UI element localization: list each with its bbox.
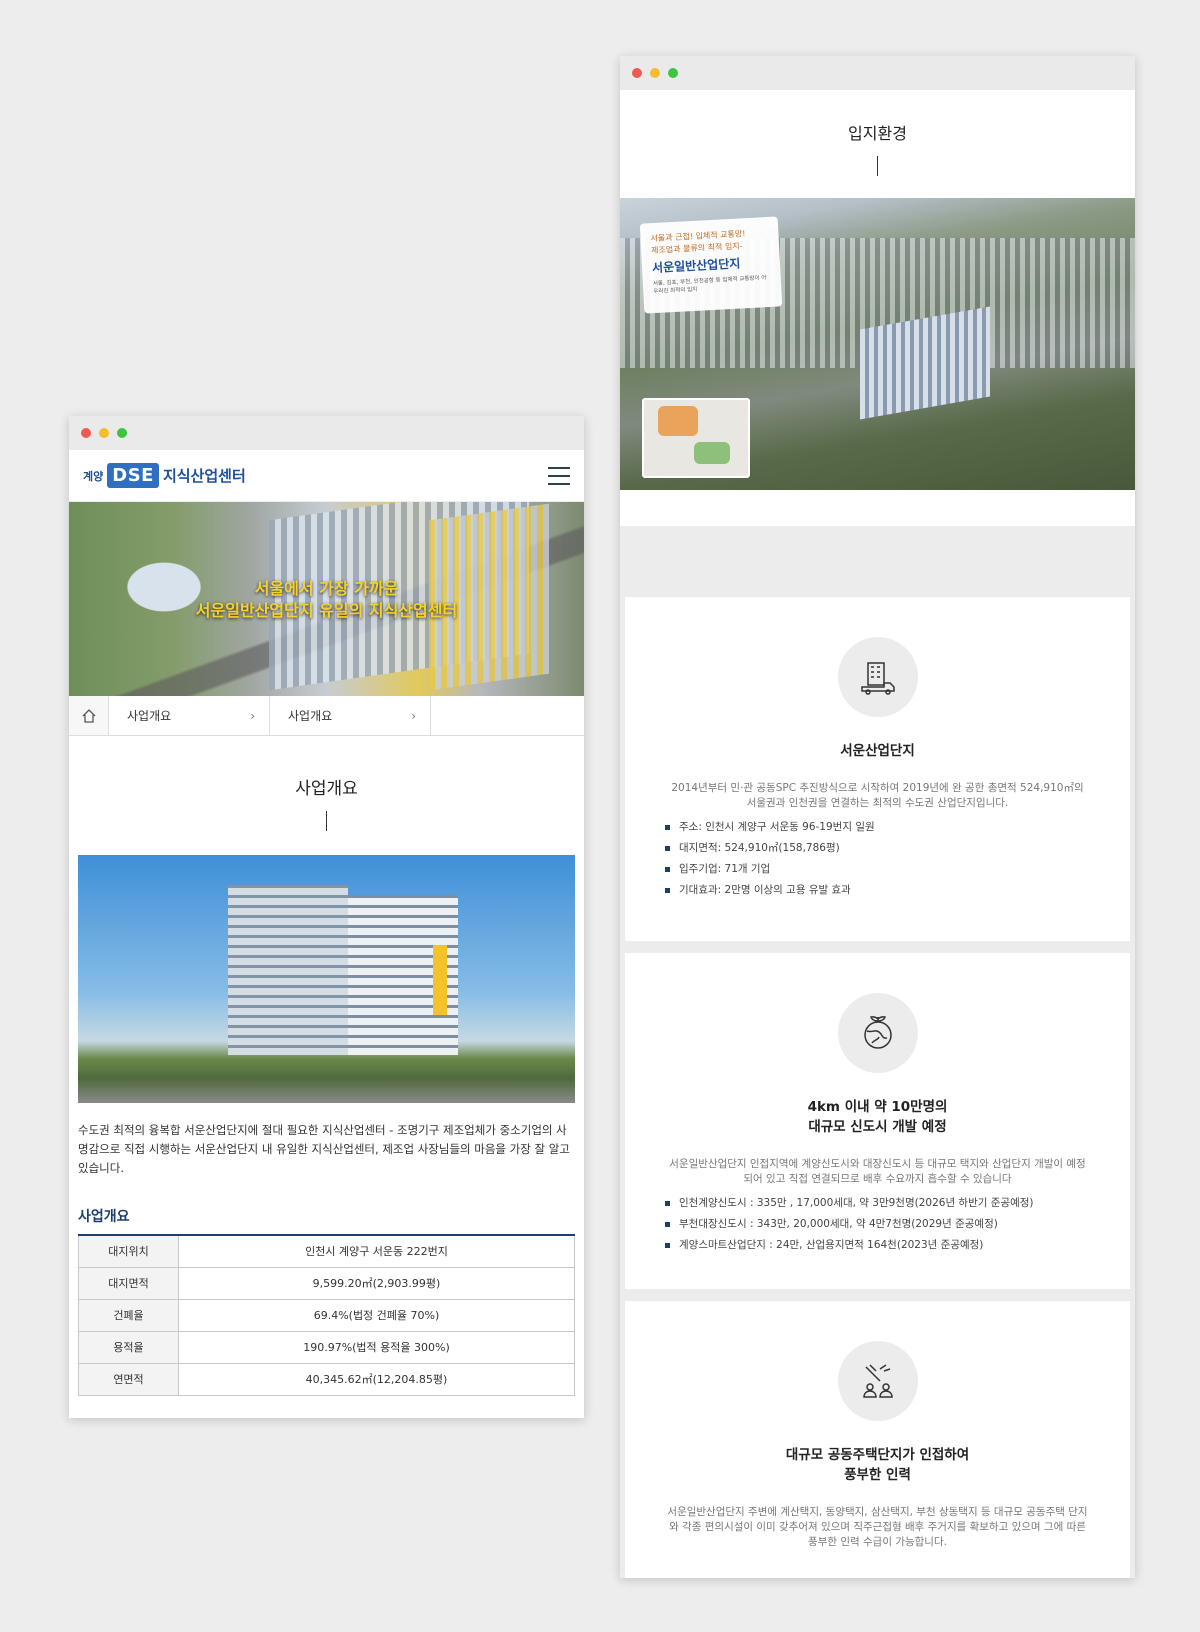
minimize-dot[interactable]	[99, 428, 109, 438]
list-item: 입주기업: 71개 기업	[665, 859, 1090, 880]
card-title: 4km 이내 약 10만명의 대규모 신도시 개발 예정	[625, 1097, 1130, 1137]
menu-icon[interactable]	[548, 466, 570, 485]
table-row: 대지위치 인천시 계양구 서운동 222번지	[78, 1234, 575, 1268]
list-item: 계양스마트산업단지 : 24만, 산업용지면적 164천(2023년 준공예정)	[665, 1235, 1090, 1256]
table-row: 용적율 190.97%(법적 용적율 300%)	[78, 1330, 575, 1364]
list-item: 기대효과: 2만명 이상의 고용 유발 효과	[665, 880, 1090, 901]
title-divider	[877, 156, 878, 176]
mini-map-inset	[642, 398, 750, 478]
window-titlebar	[620, 56, 1135, 90]
row-label: 대지위치	[78, 1234, 179, 1268]
row-label: 연면적	[78, 1362, 179, 1396]
aerial-map-image: 서울과 근접! 입체적 교통망! 제조업과 물류의 최적 입지- 서운일반산업단…	[620, 198, 1135, 490]
feature-card: 대규모 공동주택단지가 인접하여 풍부한 인력 서운일반산업단지 주변에 계산택…	[624, 1300, 1131, 1578]
list-item: 대지면적: 524,910㎡(158,786평)	[665, 838, 1090, 859]
feature-card: 4km 이내 약 10만명의 대규모 신도시 개발 예정 서운일반산업단지 인접…	[624, 952, 1131, 1290]
globe-plant-icon	[837, 993, 918, 1073]
minimize-dot[interactable]	[650, 68, 660, 78]
mobile-window-location: 입지환경 서울과 근접! 입체적 교통망! 제조업과 물류의 최적 입지- 서운…	[620, 56, 1135, 1578]
logo-brand: DSE	[107, 463, 159, 488]
table-title: 사업개요	[78, 1209, 130, 1225]
card-title: 대규모 공동주택단지가 인접하여 풍부한 인력	[625, 1445, 1130, 1485]
row-value: 인천시 계양구 서운동 222번지	[178, 1234, 575, 1268]
breadcrumb-item-1[interactable]: 사업개요 ›	[109, 696, 270, 735]
row-value: 40,345.62㎡(12,204.85평)	[178, 1362, 575, 1396]
site-header: 계양 DSE 지식산업센터	[69, 450, 584, 502]
list-item: 주소: 인천시 계양구 서운동 96-19번지 일원	[665, 817, 1090, 838]
card-title-line-1: 서운산업단지	[840, 743, 915, 759]
card-title-line-2: 풍부한 인력	[844, 1467, 911, 1483]
factory-truck-icon	[837, 637, 918, 717]
table-row: 연면적 40,345.62㎡(12,204.85평)	[78, 1362, 575, 1396]
mobile-window-business-overview: 계양 DSE 지식산업센터 서울에서 가장 가까운 서운일반산업단지 유일의 지…	[69, 416, 584, 1418]
row-value: 9,599.20㎡(2,903.99평)	[178, 1266, 575, 1300]
table-row: 대지면적 9,599.20㎡(2,903.99평)	[78, 1266, 575, 1300]
card-list: 주소: 인천시 계양구 서운동 96-19번지 일원 대지면적: 524,910…	[665, 817, 1090, 901]
page-title: 사업개요	[295, 779, 358, 799]
card-title-line-1: 대규모 공동주택단지가 인접하여	[785, 1447, 970, 1463]
breadcrumb-label-2: 사업개요	[288, 709, 333, 723]
hero-headline: 서울에서 가장 가까운 서운일반산업단지 유일의 지식산업센터	[69, 578, 584, 622]
callout-title: 서운일반산업단지	[651, 256, 741, 276]
list-item: 부천대장신도시 : 343만, 20,000세대, 약 4만7천명(2029년 …	[665, 1214, 1090, 1235]
feature-card: 서운산업단지 2014년부터 민·관 공동SPC 추진방식으로 시작하여 201…	[624, 596, 1131, 942]
hero-banner: 서울에서 가장 가까운 서운일반산업단지 유일의 지식산업센터	[69, 502, 584, 696]
card-title: 서운산업단지	[625, 741, 1130, 761]
card-title-line-1: 4km 이내 약 10만명의	[807, 1099, 948, 1115]
card-description: 2014년부터 민·관 공동SPC 추진방식으로 시작하여 2019년에 완 공…	[671, 782, 1084, 809]
row-label: 용적율	[78, 1330, 179, 1364]
title-divider	[326, 811, 327, 831]
overview-table: 대지위치 인천시 계양구 서운동 222번지 대지면적 9,599.20㎡(2,…	[78, 1234, 575, 1396]
building-rendering-image	[78, 855, 575, 1103]
chevron-right-icon: ›	[250, 708, 255, 723]
card-title-line-2: 대규모 신도시 개발 예정	[808, 1119, 947, 1135]
home-icon[interactable]	[69, 696, 109, 735]
logo-name: 지식산업센터	[162, 467, 246, 485]
breadcrumb-item-2[interactable]: 사업개요 ›	[270, 696, 431, 735]
card-description: 서운일반산업단지 주변에 계산택지, 동양택지, 삼산택지, 부천 상동택지 등…	[667, 1506, 1088, 1548]
table-row: 건폐율 69.4%(법정 건폐율 70%)	[78, 1298, 575, 1332]
logo-prefix: 계양	[83, 469, 104, 483]
row-label: 건폐율	[78, 1298, 179, 1332]
chevron-right-icon: ›	[411, 708, 416, 723]
row-label: 대지면적	[78, 1266, 179, 1300]
close-dot[interactable]	[632, 68, 642, 78]
window-titlebar	[69, 416, 584, 450]
hero-line-1: 서울에서 가장 가까운	[254, 579, 399, 598]
callout-desc: 서울, 김포, 부천, 인천공항 등 입체적 교통망이 어우러진 최적의 입지	[652, 275, 767, 296]
breadcrumb-label-1: 사업개요	[127, 709, 172, 723]
site-logo[interactable]: 계양 DSE 지식산업센터	[83, 463, 246, 488]
row-value: 69.4%(법정 건폐율 70%)	[178, 1298, 575, 1332]
workforce-icon	[837, 1341, 918, 1421]
section-spacer	[620, 526, 1135, 596]
hero-line-2: 서운일반산업단지 유일의 지식산업센터	[195, 601, 458, 620]
maximize-dot[interactable]	[668, 68, 678, 78]
list-item: 인천계양신도시 : 335만 , 17,000세대, 약 3만9천명(2026년…	[665, 1193, 1090, 1214]
card-description: 서운일반산업단지 인접지역에 계양신도시와 대장신도시 등 대규모 택지와 산업…	[669, 1158, 1086, 1185]
intro-text: 수도권 최적의 융복합 서운산업단지에 절대 필요한 지식산업센터 - 조명기구…	[78, 1123, 570, 1175]
card-list: 인천계양신도시 : 335만 , 17,000세대, 약 3만9천명(2026년…	[665, 1193, 1090, 1256]
breadcrumb: 사업개요 › 사업개요 ›	[69, 696, 584, 736]
location-callout: 서울과 근접! 입체적 교통망! 제조업과 물류의 최적 입지- 서운일반산업단…	[639, 216, 783, 314]
maximize-dot[interactable]	[117, 428, 127, 438]
row-value: 190.97%(법적 용적율 300%)	[178, 1330, 575, 1364]
page-title: 입지환경	[848, 124, 907, 143]
close-dot[interactable]	[81, 428, 91, 438]
